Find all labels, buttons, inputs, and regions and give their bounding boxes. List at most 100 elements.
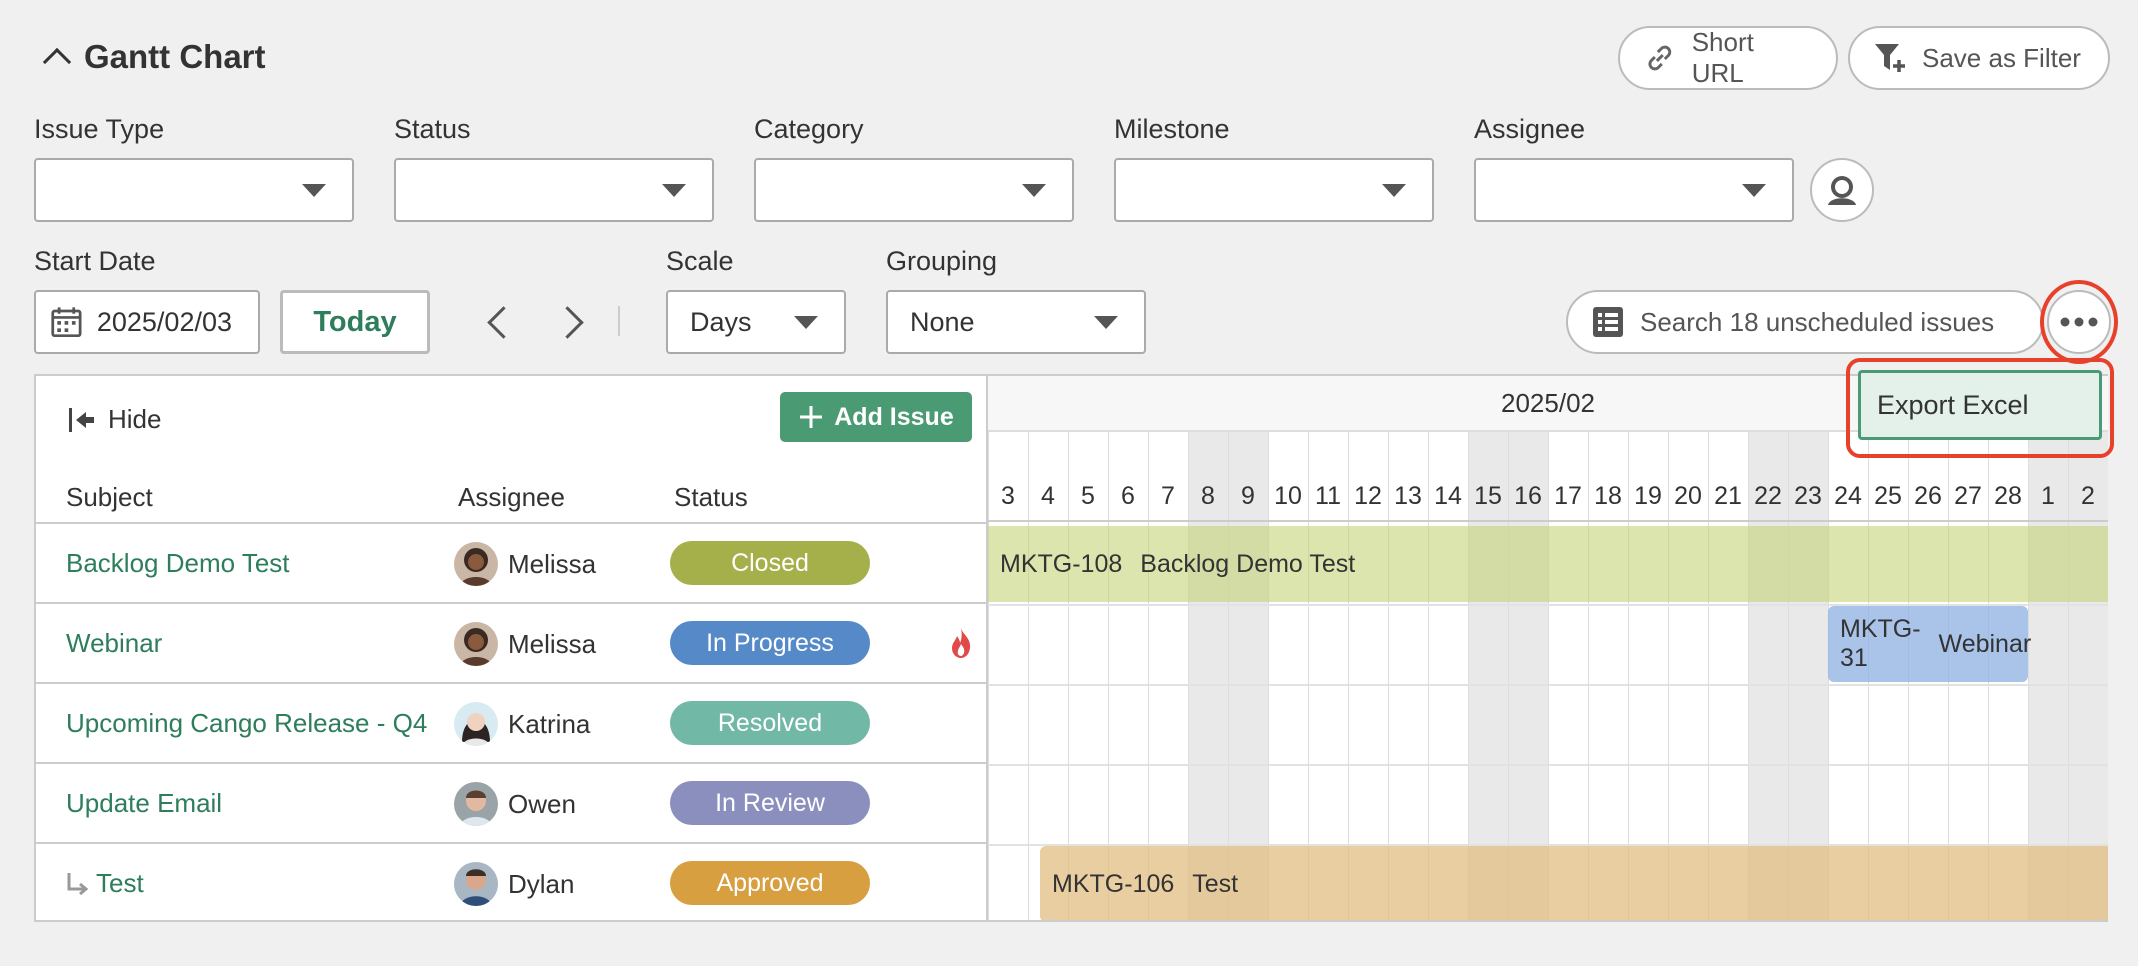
day-number: 1	[2041, 482, 2055, 510]
bar-issue-key: MKTG-106	[1052, 869, 1175, 898]
column-header-subject[interactable]: Subject	[66, 482, 153, 513]
table-row[interactable]: Upcoming Cango Release - Q4 Katrina Reso…	[36, 684, 986, 764]
issue-subject-link[interactable]: Upcoming Cango Release - Q4	[66, 708, 427, 739]
day-number: 2	[2081, 482, 2095, 510]
day-number: 6	[1121, 482, 1135, 510]
day-number: 21	[1714, 482, 1742, 510]
today-button[interactable]: Today	[280, 290, 430, 354]
gantt-bar[interactable]: MKTG-31 Webinar	[1828, 606, 2031, 682]
scale-select[interactable]: Days	[666, 290, 846, 354]
gantt-header[interactable]: Gantt Chart	[40, 38, 266, 76]
chevron-up-icon[interactable]	[40, 42, 70, 72]
avatar	[454, 862, 498, 906]
day-number: 3	[1001, 482, 1015, 510]
status-badge: Approved	[670, 861, 870, 905]
scale-label: Scale	[666, 246, 734, 276]
assignee-label: Assignee	[1474, 114, 1586, 144]
gantt-panel: Hide Add Issue Subject Assignee Status B…	[34, 374, 2108, 922]
short-url-label: Short URL	[1691, 27, 1754, 88]
day-number: 19	[1634, 482, 1662, 510]
status-badge: In Progress	[670, 621, 870, 665]
issue-subject-link[interactable]: Backlog Demo Test	[66, 548, 290, 579]
grouping-label: Grouping	[886, 246, 998, 276]
save-as-filter-button[interactable]: Save as Filter	[1848, 26, 2110, 90]
issue-subject-link[interactable]: Update Email	[66, 788, 222, 819]
export-excel-button[interactable]: Export Excel	[1858, 370, 2102, 440]
grouping-select[interactable]: None	[886, 290, 1146, 354]
table-row[interactable]: Update Email Owen In Review	[36, 764, 986, 844]
dropdown-caret-icon	[662, 183, 686, 197]
milestone-label: Milestone	[1114, 114, 1230, 144]
add-issue-label: Add Issue	[834, 402, 954, 431]
divider	[618, 306, 620, 336]
dropdown-caret-icon	[302, 183, 326, 197]
search-unscheduled-button[interactable]: Search 18 unscheduled issues	[1566, 290, 2044, 354]
issue-type-select[interactable]	[34, 158, 354, 222]
issue-subject-link[interactable]: Test	[66, 868, 144, 899]
column-header-assignee[interactable]: Assignee	[458, 482, 565, 513]
day-number: 23	[1794, 482, 1822, 510]
calendar-icon	[51, 307, 82, 338]
assignee-name: Katrina	[508, 708, 591, 739]
issue-subject-label: Test	[96, 868, 144, 898]
dropdown-caret-icon	[1742, 183, 1766, 197]
assignee-cell: Dylan	[454, 862, 574, 906]
assignee-cell: Katrina	[454, 702, 590, 746]
assignee-select[interactable]	[1474, 158, 1794, 222]
day-number: 26	[1914, 482, 1942, 510]
short-url-button[interactable]: Short URL	[1618, 26, 1838, 90]
assignee-name: Melissa	[508, 628, 597, 659]
milestone-select[interactable]	[1114, 158, 1434, 222]
category-label: Category	[754, 114, 864, 144]
day-number: 24	[1834, 482, 1862, 510]
day-number: 8	[1201, 482, 1215, 510]
start-date-input[interactable]: 2025/02/03	[34, 290, 260, 354]
column-header-status[interactable]: Status	[674, 482, 748, 513]
subtask-arrow-icon	[67, 872, 88, 895]
avatar	[454, 542, 498, 586]
gantt-bar[interactable]: MKTG-108 Backlog Demo Test	[988, 526, 2108, 602]
filter-plus-icon	[1875, 44, 1905, 72]
day-number: 12	[1354, 482, 1382, 510]
assignee-name: Dylan	[508, 868, 575, 899]
day-number: 14	[1434, 482, 1462, 510]
avatar	[454, 702, 498, 746]
day-number: 4	[1041, 482, 1055, 510]
day-number: 20	[1674, 482, 1702, 510]
dropdown-caret-icon	[1022, 183, 1046, 197]
issue-type-label: Issue Type	[34, 114, 165, 144]
link-icon	[1648, 45, 1672, 71]
table-row[interactable]: Webinar Melissa In Progress	[36, 604, 986, 684]
day-number: 25	[1874, 482, 1902, 510]
hide-list-button[interactable]: Hide	[66, 404, 161, 435]
hide-label: Hide	[108, 404, 162, 434]
bar-issue-title: Webinar	[1938, 629, 2032, 658]
dropdown-caret-icon	[794, 315, 818, 329]
assignee-name: Melissa	[508, 548, 597, 579]
day-number: 13	[1394, 482, 1422, 510]
status-badge: Resolved	[670, 701, 870, 745]
day-number: 7	[1161, 482, 1175, 510]
category-select[interactable]	[754, 158, 1074, 222]
status-badge: In Review	[670, 781, 870, 825]
day-number: 10	[1274, 482, 1302, 510]
my-issues-button[interactable]	[1810, 158, 1874, 222]
assignee-cell: Owen	[454, 782, 576, 826]
bar-issue-title: Backlog Demo Test	[1140, 549, 1356, 578]
table-row[interactable]: Backlog Demo Test Melissa Closed	[36, 524, 986, 604]
assignee-cell: Melissa	[454, 542, 596, 586]
scale-value: Days	[690, 306, 752, 337]
add-issue-button[interactable]: Add Issue	[780, 392, 972, 442]
save-as-filter-label: Save as Filter	[1922, 42, 2081, 73]
status-label: Status	[394, 114, 471, 144]
dropdown-caret-icon	[1382, 183, 1406, 197]
issue-subject-link[interactable]: Webinar	[66, 628, 162, 659]
dropdown-caret-icon	[1094, 315, 1118, 329]
status-select[interactable]	[394, 158, 714, 222]
divider	[988, 684, 2108, 686]
gantt-bar[interactable]: MKTG-106 Test	[1040, 846, 2108, 920]
plus-icon	[800, 406, 823, 428]
day-number: 17	[1554, 482, 1582, 510]
bar-issue-title: Test	[1192, 869, 1239, 898]
table-row[interactable]: Test Dylan Approved	[36, 844, 986, 924]
